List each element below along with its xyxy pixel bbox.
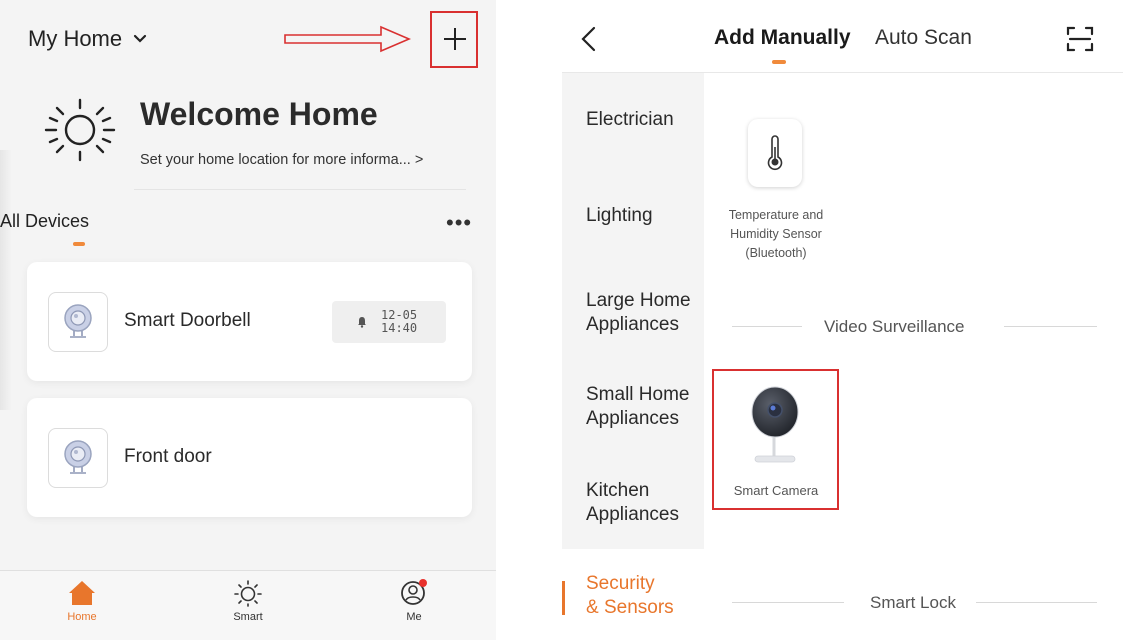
home-selector[interactable]: My Home	[28, 26, 148, 52]
sun-weather-icon	[44, 98, 116, 162]
section-video-surveillance: Video Surveillance	[824, 317, 965, 336]
plus-icon	[444, 28, 466, 50]
smart-camera-tile[interactable]	[743, 382, 807, 478]
category-small-home-appliances[interactable]: Small Home Appliances	[586, 383, 689, 431]
section-divider	[1004, 326, 1097, 327]
device-name: Front door	[124, 446, 212, 467]
active-category-indicator	[562, 581, 565, 615]
annotation-arrow-icon	[284, 25, 412, 53]
back-arrow-icon[interactable]	[576, 24, 600, 54]
profile-icon	[401, 579, 427, 605]
category-lighting[interactable]: Lighting	[586, 204, 653, 228]
category-kitchen-appliances[interactable]: Kitchen Appliances	[586, 479, 679, 527]
add-device-screen: Add Manually Auto Scan Electrician Light…	[562, 0, 1123, 640]
event-time: 14:40	[381, 321, 418, 335]
smart-camera-label: Smart Camera	[733, 483, 819, 498]
divider	[134, 189, 466, 190]
set-location-link[interactable]: Set your home location for more informa.…	[140, 152, 423, 168]
camera-icon	[751, 386, 799, 463]
category-large-home-appliances[interactable]: Large Home Appliances	[586, 289, 691, 337]
nav-smart-label: Smart	[233, 611, 263, 623]
add-device-button[interactable]	[438, 18, 472, 60]
tab-indicator	[73, 242, 85, 246]
bell-icon	[358, 317, 366, 328]
device-card-smart-doorbell[interactable]: Smart Doorbell 12-05 14:40	[27, 262, 472, 381]
category-electrician[interactable]: Electrician	[586, 108, 674, 132]
home-screen: My Home Welcome Home Set your home locat…	[0, 0, 496, 640]
all-devices-tab[interactable]: All Devices	[0, 211, 89, 232]
section-smart-lock: Smart Lock	[870, 593, 956, 612]
camera-device-icon	[48, 292, 108, 352]
temperature-sensor-label: Temperature and Humidity Sensor (Bluetoo…	[728, 208, 824, 260]
section-divider	[732, 326, 802, 327]
bottom-nav: Home Smart Me	[0, 570, 496, 640]
camera-device-icon	[48, 428, 108, 488]
last-event-badge[interactable]: 12-05 14:40	[332, 301, 446, 343]
tab-add-manually[interactable]: Add Manually	[714, 26, 851, 50]
nav-home-label: Home	[67, 611, 97, 623]
nav-home[interactable]: Home	[42, 579, 122, 623]
device-card-front-door[interactable]: Front door	[27, 398, 472, 517]
temperature-sensor-tile[interactable]	[748, 119, 802, 187]
tab-indicator	[772, 60, 786, 64]
nav-me-label: Me	[406, 611, 422, 623]
nav-me[interactable]: Me	[374, 579, 454, 623]
chevron-down-icon	[134, 34, 147, 43]
section-divider	[976, 602, 1097, 603]
nav-smart[interactable]: Smart	[208, 579, 288, 623]
section-divider	[732, 602, 844, 603]
home-title: My Home	[28, 26, 123, 51]
thermometer-icon	[767, 135, 783, 170]
tab-auto-scan[interactable]: Auto Scan	[875, 26, 972, 50]
category-security-sensors[interactable]: Security & Sensors	[586, 572, 674, 620]
device-name: Smart Doorbell	[124, 310, 251, 331]
welcome-title: Welcome Home	[140, 96, 378, 132]
edge-shadow	[0, 150, 12, 410]
more-options-button[interactable]: •••	[446, 210, 472, 236]
home-icon	[69, 581, 95, 605]
sun-icon	[234, 580, 262, 607]
scan-icon[interactable]	[1065, 24, 1095, 54]
